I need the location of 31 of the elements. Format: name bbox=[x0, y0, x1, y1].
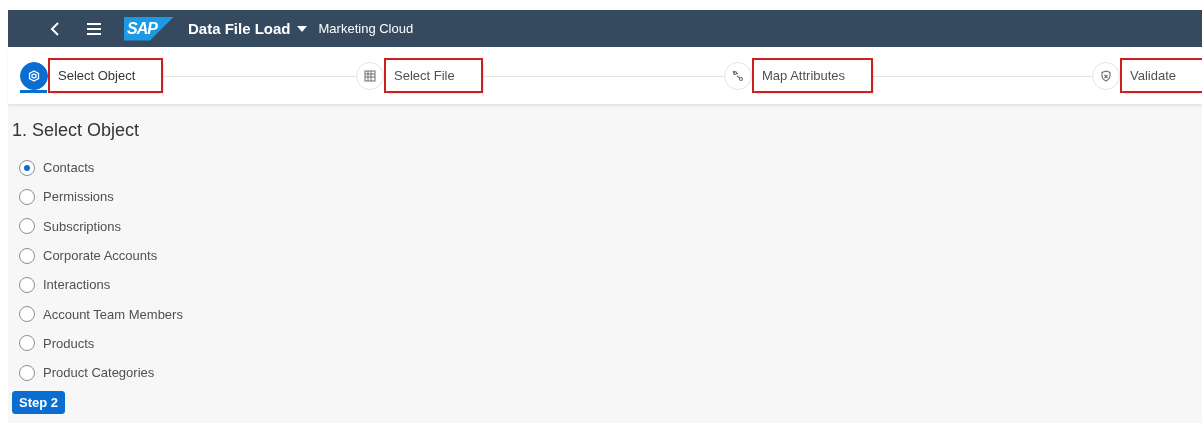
radio-label[interactable]: Corporate Accounts bbox=[43, 248, 158, 264]
radio-button[interactable] bbox=[19, 335, 35, 352]
radio-button[interactable] bbox=[19, 188, 35, 205]
radio-label[interactable]: Interactions bbox=[43, 277, 111, 293]
step-label[interactable]: Validate bbox=[1122, 60, 1202, 91]
active-step-indicator bbox=[20, 90, 47, 93]
radio-button[interactable] bbox=[19, 276, 35, 293]
step-button[interactable]: Step 2 bbox=[12, 391, 65, 415]
section-title: 1. Select Object bbox=[12, 120, 141, 141]
radio-button[interactable] bbox=[19, 159, 35, 176]
menu-icon[interactable] bbox=[86, 20, 102, 37]
radio-label[interactable]: Subscriptions bbox=[43, 218, 122, 234]
product-name: Marketing Cloud bbox=[318, 21, 414, 36]
app-title[interactable]: Data File Load bbox=[188, 20, 291, 37]
step-label[interactable]: Map Attributes bbox=[754, 60, 872, 91]
logo: SAP bbox=[124, 16, 174, 41]
radio-label[interactable]: Products bbox=[43, 335, 95, 351]
link-icon[interactable] bbox=[724, 61, 752, 90]
radio-label[interactable]: Product Categories bbox=[43, 365, 155, 381]
step-label[interactable]: Select Object bbox=[50, 60, 162, 91]
shield-icon[interactable] bbox=[1092, 61, 1120, 90]
radio-button[interactable] bbox=[19, 218, 35, 235]
step-label[interactable]: Select File bbox=[386, 60, 481, 91]
radio-label[interactable]: Contacts bbox=[43, 160, 95, 176]
radio-label[interactable]: Permissions bbox=[43, 189, 114, 205]
radio-label[interactable]: Account Team Members bbox=[43, 306, 183, 322]
grid-icon[interactable] bbox=[356, 61, 384, 90]
radio-button[interactable] bbox=[19, 247, 35, 264]
radio-button[interactable] bbox=[19, 306, 35, 323]
radio-button[interactable] bbox=[19, 364, 35, 381]
caret-icon[interactable] bbox=[296, 25, 307, 32]
